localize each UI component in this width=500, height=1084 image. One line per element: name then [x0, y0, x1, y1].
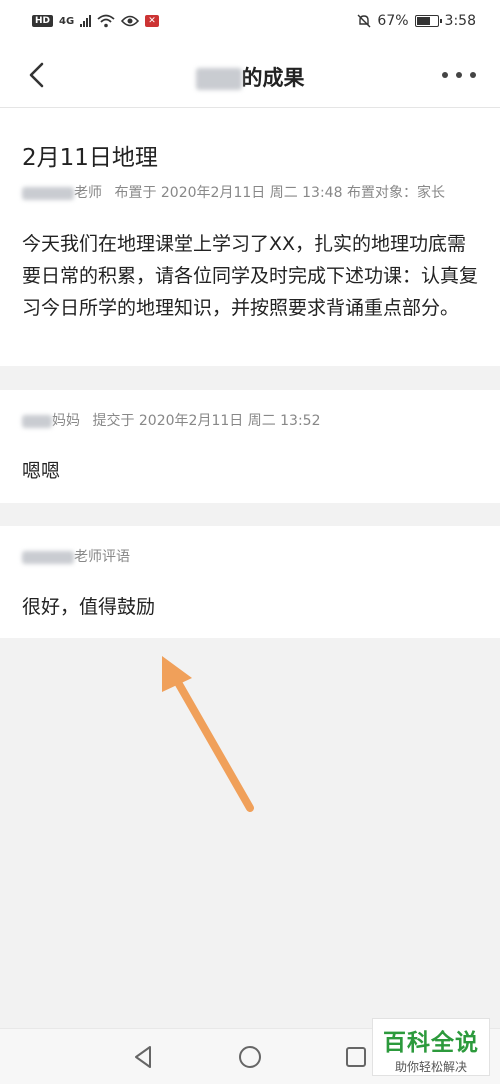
watermark-title: 百科全说	[383, 1030, 479, 1056]
assignment-meta: 老师 布置于 2020年2月11日 周二 13:48 布置对象：家长	[22, 182, 445, 202]
annotation-arrow	[162, 656, 254, 812]
eye-icon	[121, 15, 140, 27]
page-title-suffix: 的成果	[241, 66, 305, 90]
page-title: 的成果	[0, 62, 500, 92]
redacted-name	[195, 68, 242, 90]
square-recent-icon[interactable]	[342, 1043, 370, 1071]
submission-content: 嗯嗯	[22, 460, 61, 482]
redacted-reviewer-name	[22, 550, 74, 564]
assignment-meta-text: 布置于 2020年2月11日 周二 13:48 布置对象：家长	[114, 185, 445, 201]
status-bar: HD 4G ✕ 67% 3:58	[0, 0, 500, 42]
parent-label: 妈妈	[52, 413, 80, 429]
assignment-card: 2月11日地理 老师 布置于 2020年2月11日 周二 13:48 布置对象：…	[0, 108, 500, 366]
review-label: 老师评语	[74, 549, 130, 565]
battery-icon	[414, 15, 442, 27]
assignment-body: 今天我们在地理课堂上学习了XX，扎实的地理功底需要日常的积累，请各位同学及时完成…	[22, 233, 479, 319]
redacted-teacher-name	[22, 186, 74, 200]
status-left: HD 4G ✕	[32, 14, 159, 28]
submission-meta: 妈妈 提交于 2020年2月11日 周二 13:52	[22, 410, 321, 430]
review-meta: 老师评语	[22, 546, 130, 566]
submission-meta-text: 提交于 2020年2月11日 周二 13:52	[92, 413, 321, 429]
mute-bell-icon	[357, 14, 371, 28]
review-content: 很好，值得鼓励	[22, 596, 156, 618]
more-dots-icon[interactable]	[442, 64, 476, 86]
hd-badge: HD	[32, 15, 54, 27]
network-type: 4G	[59, 15, 75, 27]
triangle-back-icon[interactable]	[130, 1043, 158, 1071]
app-notification-icon: ✕	[145, 15, 159, 27]
status-right: 67% 3:58	[357, 13, 476, 29]
assignment-title: 2月11日地理	[22, 145, 158, 171]
review-card: 老师评语 很好，值得鼓励	[0, 526, 500, 638]
clock: 3:58	[444, 13, 476, 29]
wifi-icon	[97, 14, 115, 28]
signal-icon	[80, 15, 92, 27]
submission-card: 妈妈 提交于 2020年2月11日 周二 13:52 嗯嗯	[0, 390, 500, 503]
watermark-subtitle: 助你轻松解决	[394, 1060, 467, 1074]
watermark: 百科全说 助你轻松解决	[372, 1018, 490, 1076]
circle-home-icon[interactable]	[236, 1043, 264, 1071]
redacted-parent-name	[22, 414, 52, 428]
nav-bar: 的成果	[0, 42, 500, 108]
battery-fill	[416, 17, 430, 25]
teacher-label: 老师	[74, 185, 102, 201]
battery-percent: 67%	[377, 13, 409, 29]
